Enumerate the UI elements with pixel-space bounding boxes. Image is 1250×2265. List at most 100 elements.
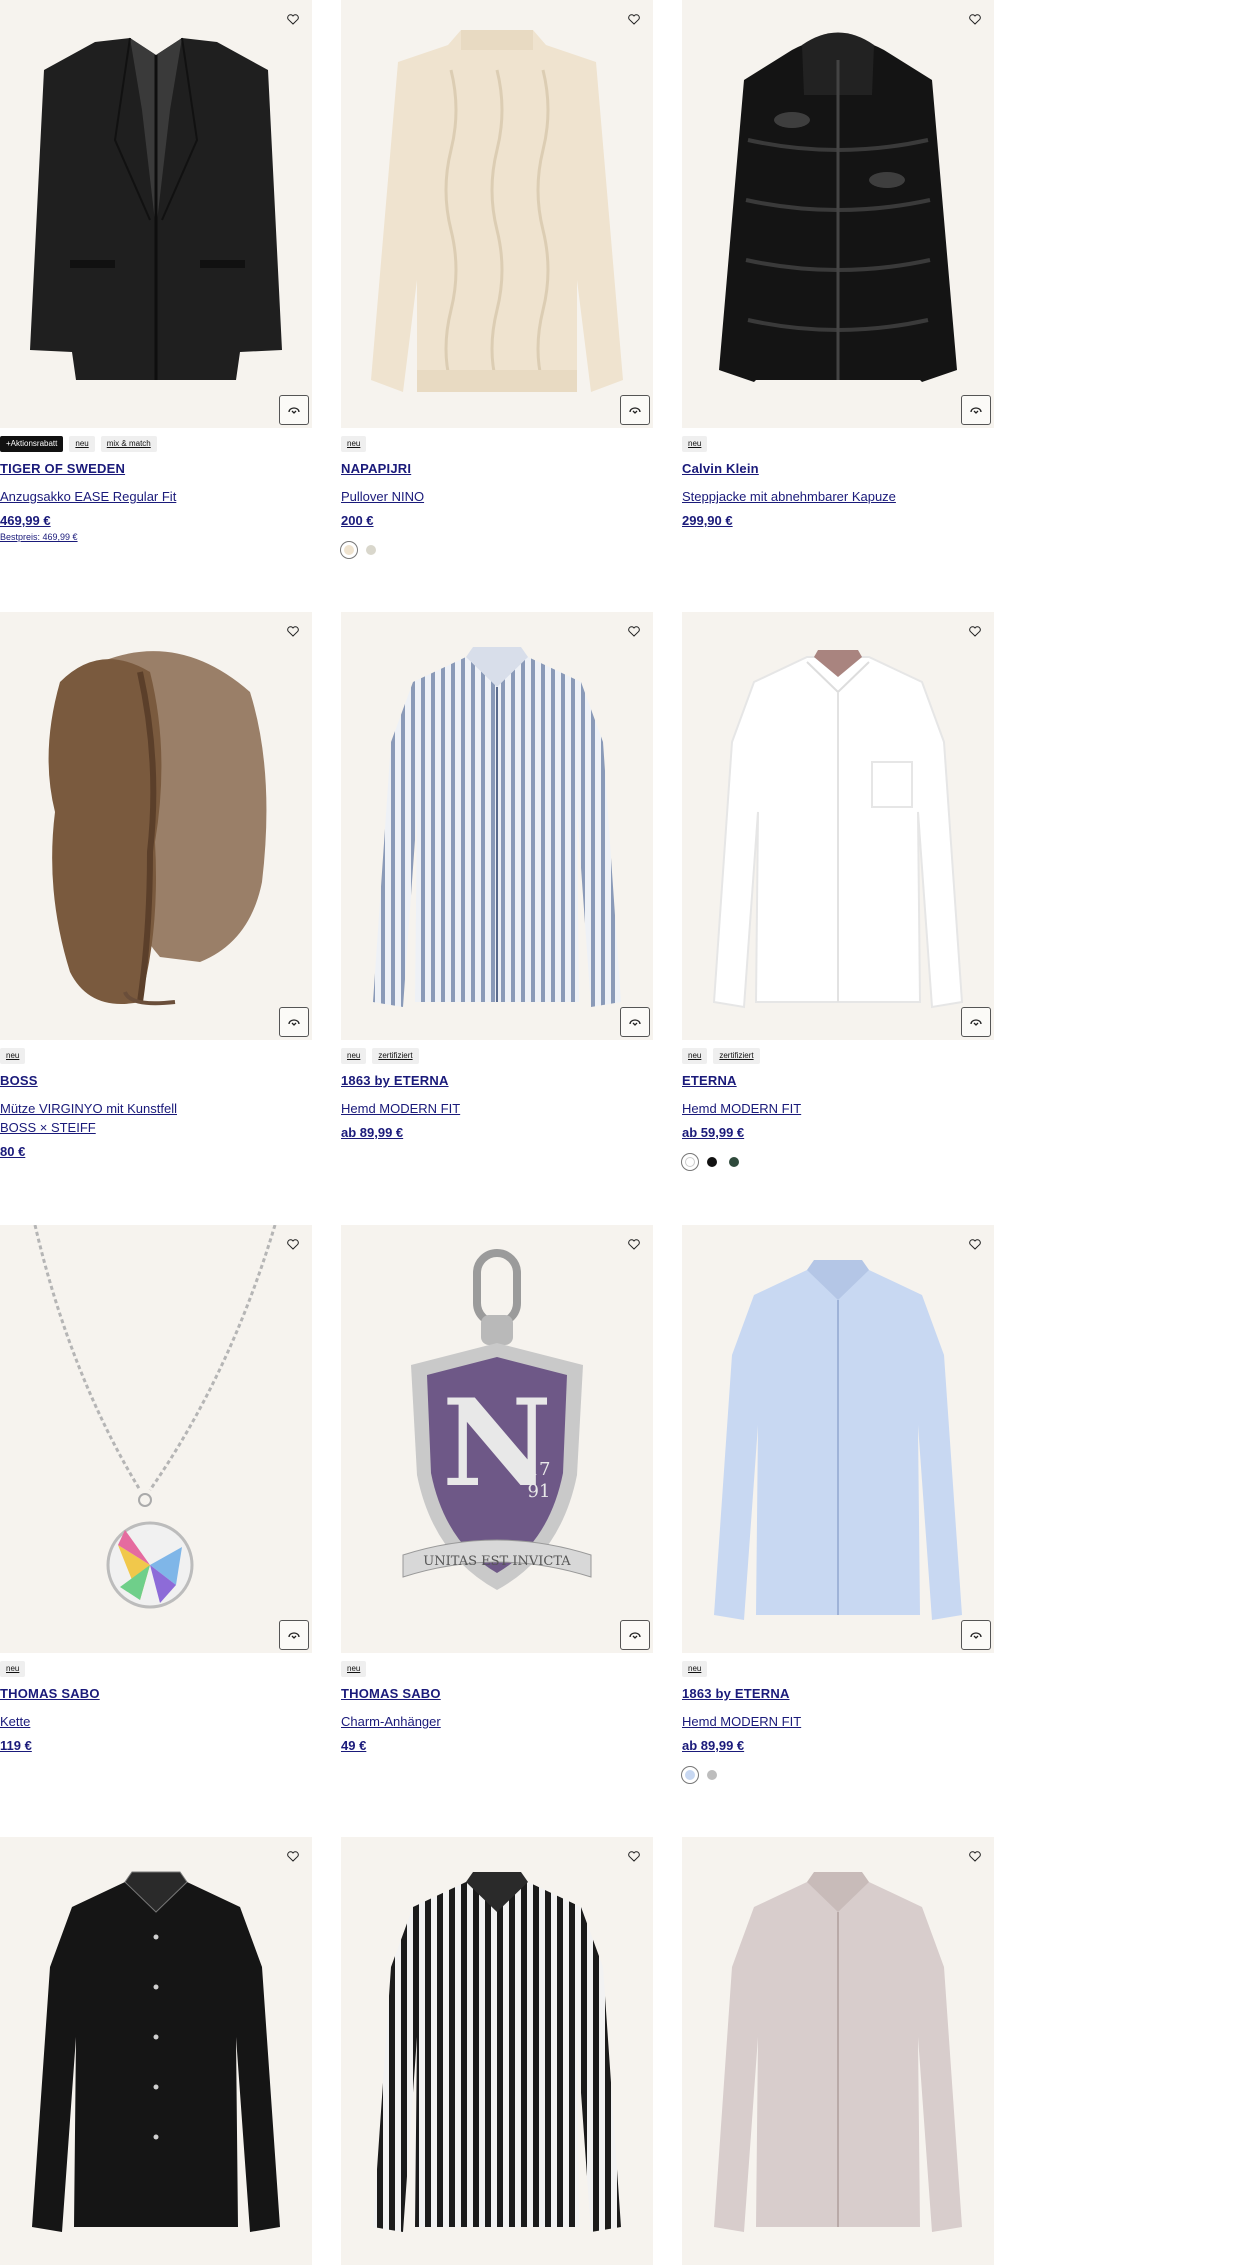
heart-icon[interactable] <box>625 1847 643 1865</box>
product-image[interactable] <box>682 1837 994 2265</box>
new-badge: neu <box>341 1661 367 1677</box>
brand-link[interactable]: THOMAS SABO <box>341 1686 441 1701</box>
product-name-link[interactable]: Hemd MODERN FIT <box>682 1712 994 1731</box>
brand-link[interactable]: Calvin Klein <box>682 461 759 476</box>
product-name-link[interactable]: Hemd MODERN FIT <box>682 1099 994 1118</box>
try-on-icon[interactable] <box>961 1620 991 1650</box>
hat-image <box>48 651 267 1006</box>
color-swatch[interactable] <box>685 1770 695 1780</box>
heart-icon[interactable] <box>625 1235 643 1253</box>
product-card[interactable]: neu 1863 by ETERNA Hemd MODERN FIT ab 89… <box>682 1225 994 1780</box>
product-name-link[interactable]: Hemd MODERN FIT <box>341 1099 653 1118</box>
heart-icon[interactable] <box>625 10 643 28</box>
charm-year-bottom: 91 <box>528 1481 551 1502</box>
product-image[interactable] <box>0 612 312 1040</box>
mauve-shirt-image <box>714 1872 962 2232</box>
try-on-icon[interactable] <box>620 1007 650 1037</box>
price[interactable]: 80 € <box>0 1144 25 1159</box>
product-image[interactable] <box>341 1837 653 2265</box>
best-price[interactable]: Bestpreis: 469,99 € <box>0 532 78 542</box>
product-image[interactable] <box>341 0 653 428</box>
try-on-icon[interactable] <box>961 1007 991 1037</box>
product-card[interactable]: neu NAPAPIJRI Pullover NINO 200 € <box>341 0 653 555</box>
try-on-icon[interactable] <box>961 395 991 425</box>
product-collab-line: BOSS × STEIFF <box>0 1120 96 1135</box>
badge-list: neu <box>0 1048 26 1064</box>
brand-link[interactable]: TIGER OF SWEDEN <box>0 461 125 476</box>
heart-icon[interactable] <box>625 622 643 640</box>
product-image[interactable] <box>682 1225 994 1653</box>
color-swatch[interactable] <box>685 1157 695 1167</box>
price[interactable]: ab 89,99 € <box>682 1738 744 1753</box>
product-image[interactable] <box>682 0 994 428</box>
product-card[interactable]: neu BOSS Mütze VIRGINYO mit Kunstfell BO… <box>0 612 312 1159</box>
heart-icon[interactable] <box>966 622 984 640</box>
product-name-link[interactable]: Pullover NINO <box>341 487 653 506</box>
heart-icon[interactable] <box>284 10 302 28</box>
heart-icon[interactable] <box>966 1847 984 1865</box>
brand-link[interactable]: BOSS <box>0 1073 38 1088</box>
mix-match-badge[interactable]: mix & match <box>100 436 157 452</box>
product-card[interactable]: neu Calvin Klein Steppjacke mit abnehmba… <box>682 0 994 528</box>
price[interactable]: ab 89,99 € <box>341 1125 403 1140</box>
product-card[interactable]: neu zertifiziert 1863 by ETERNA Hemd MOD… <box>341 612 653 1140</box>
product-name-link[interactable]: Mütze VIRGINYO mit Kunstfell BOSS × STEI… <box>0 1099 312 1137</box>
product-card[interactable] <box>341 1837 653 2265</box>
try-on-icon[interactable] <box>279 1007 309 1037</box>
brand-link[interactable]: ETERNA <box>682 1073 737 1088</box>
charm-year-top: 17 <box>528 1459 551 1480</box>
badge-list: neu zertifiziert <box>682 1048 760 1064</box>
product-name-link[interactable]: Charm-Anhänger <box>341 1712 653 1731</box>
brand-link[interactable]: 1863 by ETERNA <box>341 1073 449 1088</box>
product-card[interactable]: +Aktionsrabatt neu mix & match TIGER OF … <box>0 0 312 542</box>
price[interactable]: ab 59,99 € <box>682 1125 744 1140</box>
product-name-line: Mütze VIRGINYO mit Kunstfell <box>0 1101 177 1116</box>
color-swatch[interactable] <box>707 1770 717 1780</box>
black-striped-shirt-image <box>373 1872 621 2232</box>
color-swatch[interactable] <box>366 545 376 555</box>
product-name-link[interactable]: Kette <box>0 1712 312 1731</box>
price[interactable]: 299,90 € <box>682 513 733 528</box>
product-card[interactable]: neu zertifiziert ETERNA Hemd MODERN FIT … <box>682 612 994 1167</box>
product-card[interactable] <box>0 1837 312 2265</box>
try-on-icon[interactable] <box>279 1620 309 1650</box>
product-image[interactable] <box>0 1837 312 2265</box>
product-image[interactable] <box>682 612 994 1040</box>
try-on-icon[interactable] <box>279 395 309 425</box>
heart-icon[interactable] <box>284 1235 302 1253</box>
heart-icon[interactable] <box>284 622 302 640</box>
product-image[interactable] <box>0 0 312 428</box>
product-image[interactable]: N 17 91 UNITAS EST INVICTA <box>341 1225 653 1653</box>
color-swatches <box>685 1157 739 1167</box>
puffer-jacket-image <box>719 32 957 382</box>
try-on-icon[interactable] <box>620 395 650 425</box>
brand-link[interactable]: 1863 by ETERNA <box>682 1686 790 1701</box>
badge-list: neu zertifiziert <box>341 1048 419 1064</box>
product-card[interactable]: N 17 91 UNITAS EST INVICTA neu THOMAS SA… <box>341 1225 653 1753</box>
color-swatch[interactable] <box>707 1157 717 1167</box>
heart-icon[interactable] <box>966 1235 984 1253</box>
brand-link[interactable]: NAPAPIJRI <box>341 461 411 476</box>
product-card[interactable] <box>682 1837 994 2265</box>
color-swatch[interactable] <box>344 545 354 555</box>
charm-motto: UNITAS EST INVICTA <box>423 1554 571 1569</box>
new-badge: neu <box>69 436 95 452</box>
product-image[interactable] <box>341 612 653 1040</box>
new-badge: neu <box>682 1048 708 1064</box>
certified-badge[interactable]: zertifiziert <box>372 1048 419 1064</box>
try-on-icon[interactable] <box>620 1620 650 1650</box>
price[interactable]: 119 € <box>0 1738 32 1753</box>
heart-icon[interactable] <box>966 10 984 28</box>
price[interactable]: 469,99 € <box>0 513 51 528</box>
color-swatches <box>685 1770 717 1780</box>
product-card[interactable]: neu THOMAS SABO Kette 119 € <box>0 1225 312 1753</box>
product-name-link[interactable]: Steppjacke mit abnehmbarer Kapuze <box>682 487 994 506</box>
brand-link[interactable]: THOMAS SABO <box>0 1686 100 1701</box>
product-image[interactable] <box>0 1225 312 1653</box>
certified-badge[interactable]: zertifiziert <box>713 1048 760 1064</box>
color-swatch[interactable] <box>729 1157 739 1167</box>
price[interactable]: 200 € <box>341 513 374 528</box>
price[interactable]: 49 € <box>341 1738 366 1753</box>
heart-icon[interactable] <box>284 1847 302 1865</box>
product-name-link[interactable]: Anzugsakko EASE Regular Fit <box>0 487 312 506</box>
